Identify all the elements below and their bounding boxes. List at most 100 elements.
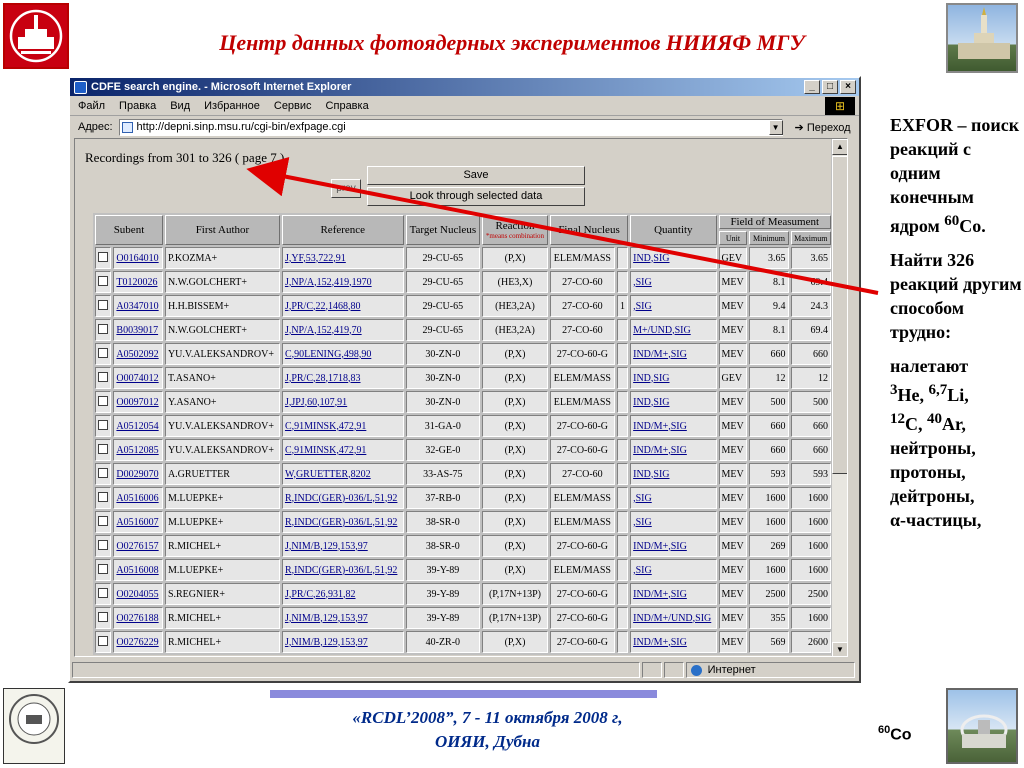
- checkbox-cell[interactable]: [95, 463, 112, 485]
- reference-link[interactable]: J,JPJ,60,107,91: [285, 397, 347, 408]
- reference-link[interactable]: C,91MINSK,472,91: [285, 421, 366, 432]
- row-checkbox[interactable]: [98, 515, 109, 526]
- quantity-cell[interactable]: ,SIG: [630, 295, 717, 317]
- subent-link[interactable]: O0276188: [116, 613, 158, 624]
- menu-file[interactable]: Файл: [78, 100, 105, 112]
- quantity-cell[interactable]: IND/M+,SIG: [630, 583, 717, 605]
- quantity-cell[interactable]: ,SIG: [630, 511, 717, 533]
- row-checkbox[interactable]: [98, 275, 109, 286]
- quantity-link[interactable]: ,SIG: [633, 301, 652, 312]
- subent-link[interactable]: A0512085: [116, 445, 158, 456]
- checkbox-cell[interactable]: [95, 391, 112, 413]
- quantity-link[interactable]: ,SIG: [633, 565, 652, 576]
- reference-link[interactable]: J,PR/C,22,1468,80: [285, 301, 361, 312]
- checkbox-cell[interactable]: [95, 247, 112, 269]
- checkbox-cell[interactable]: [95, 583, 112, 605]
- quantity-link[interactable]: ,SIG: [633, 277, 652, 288]
- row-checkbox[interactable]: [98, 491, 109, 502]
- quantity-link[interactable]: IND/M+,SIG: [633, 445, 687, 456]
- subent-cell[interactable]: B0039017: [113, 319, 163, 341]
- row-checkbox[interactable]: [98, 299, 109, 310]
- row-checkbox[interactable]: [98, 371, 109, 382]
- reference-link[interactable]: J,NP/A,152,419,70: [285, 325, 362, 336]
- reference-cell[interactable]: J,PR/C,22,1468,80: [281, 295, 404, 317]
- quantity-link[interactable]: IND/M+,SIG: [633, 421, 687, 432]
- quantity-link[interactable]: IND,SIG: [633, 397, 669, 408]
- row-checkbox[interactable]: [98, 539, 109, 550]
- address-dropdown-icon[interactable]: ▼: [768, 119, 783, 135]
- row-checkbox[interactable]: [98, 635, 109, 646]
- reference-cell[interactable]: W,GRUETTER,8202: [281, 463, 404, 485]
- checkbox-cell[interactable]: [95, 319, 112, 341]
- scroll-down-icon[interactable]: ▼: [832, 642, 847, 656]
- reference-cell[interactable]: J,PR/C,28,1718,83: [281, 367, 404, 389]
- quantity-link[interactable]: ,SIG: [633, 517, 652, 528]
- reference-link[interactable]: C,90LENING,498,90: [285, 349, 371, 360]
- go-button[interactable]: ➔ Переход: [795, 121, 851, 134]
- row-checkbox[interactable]: [98, 251, 109, 262]
- checkbox-cell[interactable]: [95, 631, 112, 653]
- row-checkbox[interactable]: [98, 563, 109, 574]
- subent-link[interactable]: O0097012: [116, 397, 158, 408]
- subent-cell[interactable]: A0512054: [113, 415, 163, 437]
- reference-cell[interactable]: J,PR/C,26,931,82: [281, 583, 404, 605]
- row-checkbox[interactable]: [98, 395, 109, 406]
- reference-cell[interactable]: J,NP/A,152,419,1970: [281, 271, 404, 293]
- subent-link[interactable]: O0276157: [116, 541, 158, 552]
- reference-cell[interactable]: R,INDC(GER)-036/L,51,92: [281, 487, 404, 509]
- reference-cell[interactable]: C,91MINSK,472,91: [281, 439, 404, 461]
- quantity-link[interactable]: IND/M+,SIG: [633, 541, 687, 552]
- reference-cell[interactable]: J,NIM/B,129,153,97: [281, 535, 404, 557]
- subent-cell[interactable]: A0516008: [113, 559, 163, 581]
- menu-edit[interactable]: Правка: [119, 100, 156, 112]
- subent-cell[interactable]: O0074012: [113, 367, 163, 389]
- menu-tools[interactable]: Сервис: [274, 100, 312, 112]
- checkbox-cell[interactable]: [95, 559, 112, 581]
- quantity-cell[interactable]: M+/UND,SIG: [630, 319, 717, 341]
- reference-cell[interactable]: R,INDC(GER)-036/L,51,92: [281, 559, 404, 581]
- reference-link[interactable]: R,INDC(GER)-036/L,51,92: [285, 517, 398, 528]
- quantity-cell[interactable]: ,SIG: [630, 487, 717, 509]
- quantity-cell[interactable]: IND,SIG: [630, 247, 717, 269]
- subent-link[interactable]: A0512054: [116, 421, 158, 432]
- checkbox-cell[interactable]: [95, 607, 112, 629]
- subent-link[interactable]: O0204055: [116, 589, 158, 600]
- row-checkbox[interactable]: [98, 323, 109, 334]
- reference-cell[interactable]: J,YF,53,722,91: [281, 247, 404, 269]
- checkbox-cell[interactable]: [95, 295, 112, 317]
- checkbox-cell[interactable]: [95, 439, 112, 461]
- reference-link[interactable]: R,INDC(GER)-036/L,51,92: [285, 493, 398, 504]
- subent-link[interactable]: O0276229: [116, 637, 158, 648]
- checkbox-cell[interactable]: [95, 511, 112, 533]
- address-input[interactable]: http://depni.sinp.msu.ru/cgi-bin/exfpage…: [118, 118, 783, 136]
- vertical-scrollbar[interactable]: ▲ ▼: [831, 139, 847, 656]
- reference-link[interactable]: R,INDC(GER)-036/L,51,92: [285, 565, 398, 576]
- look-through-button[interactable]: Look through selected data: [367, 187, 585, 206]
- quantity-link[interactable]: IND,SIG: [633, 253, 669, 264]
- subent-link[interactable]: O0164010: [116, 253, 158, 264]
- prev-button[interactable]: prev: [331, 179, 361, 198]
- reference-cell[interactable]: C,90LENING,498,90: [281, 343, 404, 365]
- menu-favorites[interactable]: Избранное: [204, 100, 260, 112]
- checkbox-cell[interactable]: [95, 343, 112, 365]
- quantity-link[interactable]: IND,SIG: [633, 469, 669, 480]
- scroll-up-icon[interactable]: ▲: [832, 139, 847, 155]
- reference-link[interactable]: W,GRUETTER,8202: [285, 469, 371, 480]
- row-checkbox[interactable]: [98, 611, 109, 622]
- quantity-cell[interactable]: IND,SIG: [630, 463, 717, 485]
- quantity-cell[interactable]: IND,SIG: [630, 391, 717, 413]
- subent-cell[interactable]: O0276229: [113, 631, 163, 653]
- reference-link[interactable]: J,NIM/B,129,153,97: [285, 637, 368, 648]
- subent-cell[interactable]: A0502092: [113, 343, 163, 365]
- subent-cell[interactable]: A0516007: [113, 511, 163, 533]
- subent-cell[interactable]: O0204055: [113, 583, 163, 605]
- row-checkbox[interactable]: [98, 443, 109, 454]
- reference-cell[interactable]: J,JPJ,60,107,91: [281, 391, 404, 413]
- subent-link[interactable]: A0347010: [116, 301, 158, 312]
- subent-cell[interactable]: D0029070: [113, 463, 163, 485]
- quantity-cell[interactable]: IND/M+,SIG: [630, 439, 717, 461]
- subent-link[interactable]: A0516008: [116, 565, 158, 576]
- quantity-cell[interactable]: ,SIG: [630, 271, 717, 293]
- reference-cell[interactable]: J,NP/A,152,419,70: [281, 319, 404, 341]
- reference-link[interactable]: J,NIM/B,129,153,97: [285, 613, 368, 624]
